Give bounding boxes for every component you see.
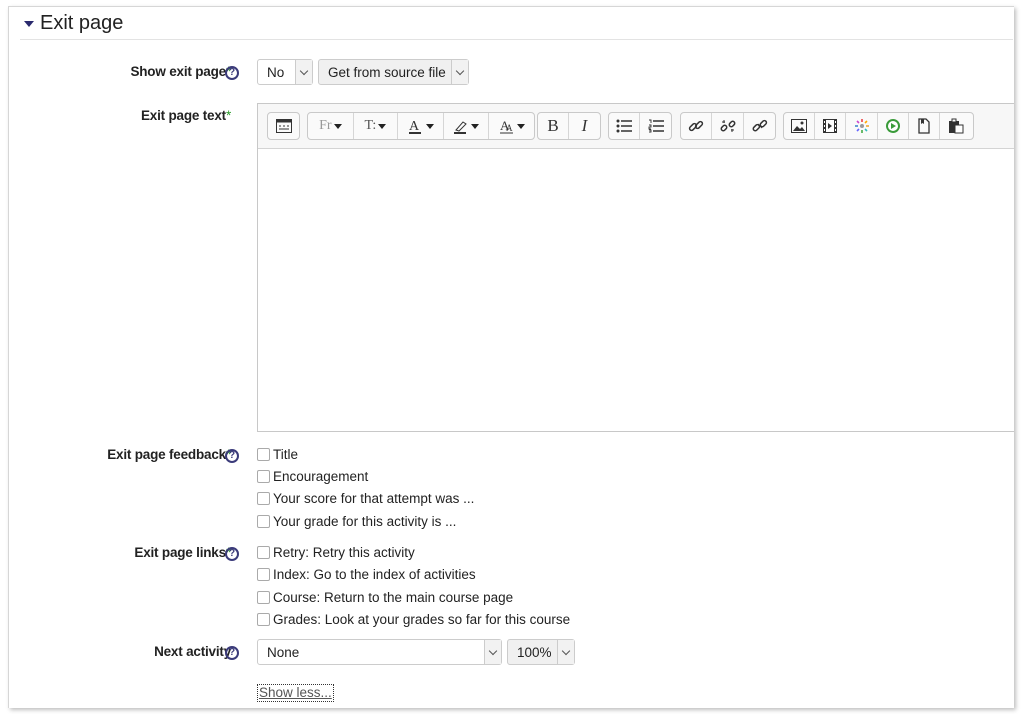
checkbox[interactable]	[257, 470, 270, 483]
link-option-course[interactable]: Course: Return to the main course page	[257, 590, 513, 605]
checkbox[interactable]	[257, 591, 270, 604]
checkbox[interactable]	[257, 448, 270, 461]
help-icon[interactable]: ?	[225, 449, 239, 463]
font-family-button[interactable]: Fr	[308, 113, 354, 139]
image-icon[interactable]	[784, 113, 815, 139]
section-title: Exit page	[40, 12, 124, 34]
bold-button[interactable]: B	[538, 113, 569, 139]
help-icon[interactable]: ?	[225, 66, 239, 80]
toolbar-group-toggle	[267, 112, 300, 140]
editor-toolbar: Fr T: A AA B I	[258, 104, 1014, 149]
collapse-caret-icon[interactable]	[24, 20, 34, 27]
auto-link-icon[interactable]	[744, 113, 775, 139]
recordrtc-icon[interactable]	[878, 113, 909, 139]
toolbar-group-media	[783, 112, 974, 140]
chevron-down-icon	[484, 640, 501, 664]
help-icon[interactable]: ?	[225, 646, 239, 660]
toolbar-group-format: B I	[537, 112, 601, 140]
toolbar-group-style: Fr T: A AA	[307, 112, 535, 140]
exit-page-links-label: Exit page links*	[134, 545, 231, 560]
exit-page-source-select: Get from source file	[318, 59, 469, 85]
highlight-color-icon[interactable]	[444, 113, 490, 139]
feedback-option-score[interactable]: Your score for that attempt was ...	[257, 491, 474, 506]
manage-files-icon[interactable]	[909, 113, 940, 139]
font-size-button[interactable]: T:	[354, 113, 399, 139]
chevron-down-icon	[451, 60, 468, 84]
chevron-down-icon	[557, 640, 574, 664]
exit-page-feedback-label: Exit page feedback*	[107, 447, 231, 462]
feedback-option-encouragement[interactable]: Encouragement	[257, 469, 368, 484]
chevron-down-icon	[295, 60, 312, 84]
feedback-option-title[interactable]: Title	[257, 447, 298, 462]
unordered-list-icon[interactable]	[609, 113, 640, 139]
next-activity-label: Next activity	[154, 644, 231, 659]
link-option-grades[interactable]: Grades: Look at your grades so far for t…	[257, 612, 570, 627]
ordered-list-icon[interactable]	[640, 113, 671, 139]
show-less-link[interactable]: Show less...	[257, 684, 334, 702]
show-exit-page-select[interactable]: No	[257, 59, 313, 85]
checkbox[interactable]	[257, 568, 270, 581]
toolbar-group-lists	[608, 112, 672, 140]
help-icon[interactable]: ?	[225, 547, 239, 561]
required-mark: *	[225, 108, 231, 123]
text-color-icon[interactable]: A	[398, 113, 444, 139]
editor-content-area[interactable]	[258, 149, 1014, 432]
checkbox[interactable]	[257, 613, 270, 626]
h5p-icon[interactable]	[846, 113, 878, 139]
next-activity-select[interactable]: None	[257, 639, 502, 665]
exit-page-text-label: Exit page text*	[140, 108, 231, 123]
show-more-buttons-icon[interactable]	[268, 113, 299, 139]
checkbox[interactable]	[257, 546, 270, 559]
font-style-icon[interactable]: AA	[489, 113, 534, 139]
link-icon[interactable]	[681, 113, 712, 139]
unlink-icon[interactable]	[712, 113, 744, 139]
svg-text:A: A	[409, 119, 420, 134]
paste-icon[interactable]	[940, 113, 971, 139]
media-icon[interactable]	[815, 113, 846, 139]
next-activity-percent-select: 100%	[507, 639, 575, 665]
link-option-index[interactable]: Index: Go to the index of activities	[257, 567, 476, 582]
feedback-option-grade[interactable]: Your grade for this activity is ...	[257, 514, 456, 529]
show-exit-page-label: Show exit page*	[130, 64, 231, 79]
rich-text-editor: Fr T: A AA B I	[257, 103, 1014, 432]
svg-text:A: A	[506, 123, 513, 133]
toolbar-group-links	[680, 112, 776, 140]
section-header-exit-page[interactable]: Exit page	[20, 8, 1013, 40]
checkbox[interactable]	[257, 515, 270, 528]
italic-button[interactable]: I	[569, 113, 600, 139]
checkbox[interactable]	[257, 492, 270, 505]
link-option-retry[interactable]: Retry: Retry this activity	[257, 545, 415, 560]
